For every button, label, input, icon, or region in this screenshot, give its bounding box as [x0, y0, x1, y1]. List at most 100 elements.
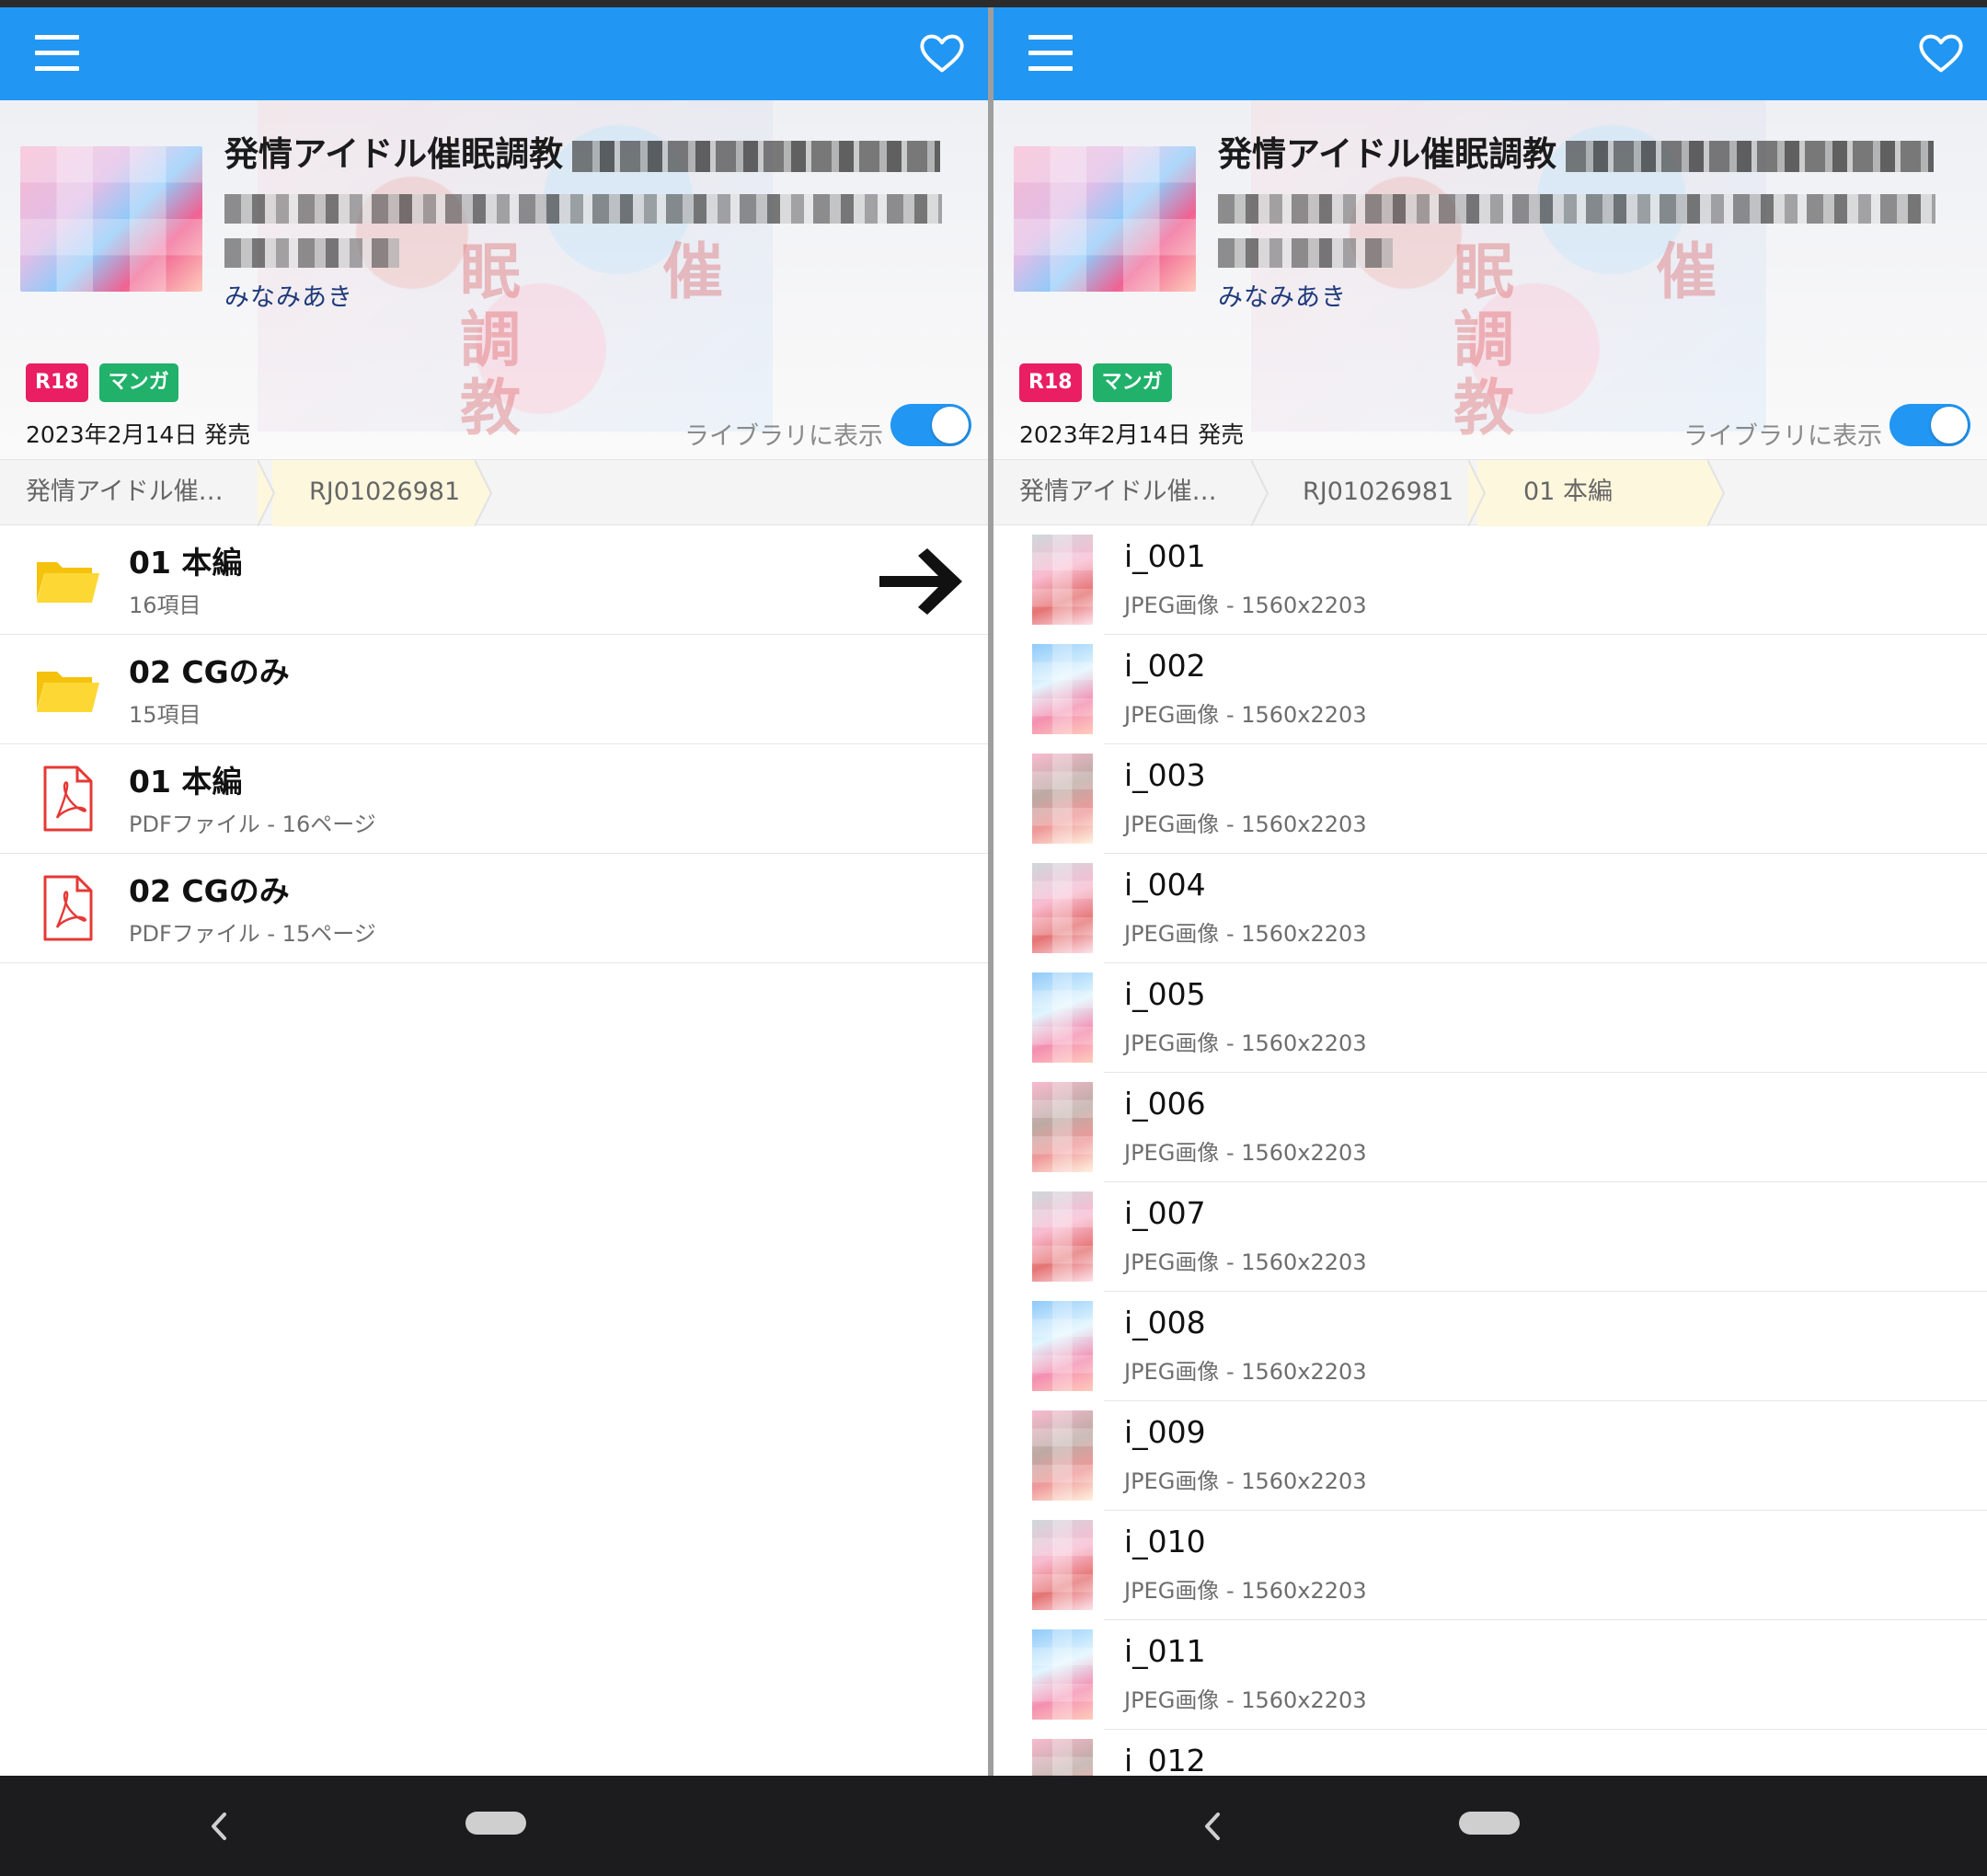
file-meta: JPEG画像 - 1560x2203	[1124, 1359, 1367, 1385]
list-item[interactable]: i_001 JPEG画像 - 1560x2203	[994, 525, 1987, 635]
list-item[interactable]: i_009 JPEG画像 - 1560x2203	[994, 1401, 1987, 1511]
list-item[interactable]: i_012	[994, 1730, 1987, 1776]
list-item[interactable]: 01 本編 PDFファイル - 16ページ	[0, 744, 988, 854]
cover-thumbnail[interactable]	[1014, 146, 1196, 292]
image-thumbnail	[1032, 1301, 1093, 1391]
library-label: ライブラリに表示	[684, 422, 883, 451]
hamburger-icon[interactable]	[1028, 35, 1073, 72]
hamburger-icon[interactable]	[35, 35, 79, 72]
nav-back-icon[interactable]	[1194, 1805, 1231, 1847]
file-name: i_004	[1124, 867, 1206, 903]
breadcrumb-item-current[interactable]: RJ01026981	[309, 460, 460, 526]
file-name: i_012	[1124, 1743, 1206, 1776]
file-meta: JPEG画像 - 1560x2203	[1124, 702, 1367, 728]
file-name: i_005	[1124, 976, 1206, 1012]
file-name: i_011	[1124, 1633, 1206, 1669]
image-thumbnail	[1032, 1629, 1093, 1720]
file-meta: JPEG画像 - 1560x2203	[1124, 1687, 1367, 1713]
file-name: i_001	[1124, 538, 1206, 574]
file-meta: JPEG画像 - 1560x2203	[1124, 811, 1367, 837]
image-thumbnail	[1032, 1410, 1093, 1501]
list-item[interactable]: i_003 JPEG画像 - 1560x2203	[994, 744, 1987, 854]
nav-home-pill[interactable]	[1459, 1812, 1520, 1835]
list-item[interactable]: i_007 JPEG画像 - 1560x2203	[994, 1182, 1987, 1292]
breadcrumb-item[interactable]: 発情アイドル催…	[26, 460, 224, 526]
list-item[interactable]: 01 本編 16項目	[0, 525, 988, 635]
breadcrumb: 発情アイドル催… RJ01026981 01 本編	[994, 459, 1987, 526]
left-screen: 眠調教 催 発情アイドル催眠調教 みなみあき R18 マンガ 2023年2月14…	[0, 7, 988, 1776]
nav-back-icon[interactable]	[201, 1805, 237, 1847]
censored-text	[224, 194, 942, 224]
heart-icon[interactable]	[918, 29, 966, 77]
cover-lettering: 催	[662, 236, 723, 307]
work-title: 発情アイドル催眠調教	[1218, 132, 1954, 178]
cover-thumbnail[interactable]	[20, 146, 202, 292]
list-item[interactable]: i_006 JPEG画像 - 1560x2203	[994, 1073, 1987, 1182]
app-bar	[994, 7, 1987, 100]
file-name: i_010	[1124, 1524, 1206, 1559]
image-thumbnail	[1032, 863, 1093, 953]
genre-badge: マンガ	[1092, 363, 1172, 402]
library-label: ライブラリに表示	[1683, 422, 1882, 451]
list-item[interactable]: i_002 JPEG画像 - 1560x2203	[994, 635, 1987, 744]
system-nav-bar	[0, 1776, 1987, 1876]
item-name: 02 CGのみ	[129, 873, 290, 909]
list-item[interactable]: 02 CGのみ PDFファイル - 15ページ	[0, 854, 988, 963]
file-meta: JPEG画像 - 1560x2203	[1124, 1140, 1367, 1166]
file-name: i_002	[1124, 648, 1206, 684]
heart-icon[interactable]	[1917, 29, 1965, 77]
status-strip	[0, 0, 1987, 7]
app-bar	[0, 7, 988, 100]
arrow-right-icon	[879, 548, 962, 615]
work-header: 眠調教 催 発情アイドル催眠調教 みなみあき R18 マンガ 2023年2月14…	[994, 100, 1987, 459]
badge-row: R18 マンガ	[26, 363, 178, 402]
item-name: 01 本編	[129, 545, 243, 581]
pdf-icon	[43, 875, 93, 941]
chevron-right-icon	[475, 460, 493, 526]
item-meta: PDFファイル - 16ページ	[129, 811, 376, 837]
image-thumbnail	[1032, 644, 1093, 734]
work-header: 眠調教 催 発情アイドル催眠調教 みなみあき R18 マンガ 2023年2月14…	[0, 100, 988, 459]
image-thumbnail	[1032, 535, 1093, 625]
badge-row: R18 マンガ	[1019, 363, 1172, 402]
author-link[interactable]: みなみあき	[1218, 277, 1347, 313]
cover-lettering: 眠調教	[460, 236, 521, 443]
breadcrumb-item-current[interactable]: 01 本編	[1523, 460, 1613, 526]
nav-home-pill[interactable]	[465, 1812, 526, 1835]
work-title: 発情アイドル催眠調教	[224, 132, 960, 178]
list-item[interactable]: i_008 JPEG画像 - 1560x2203	[994, 1292, 1987, 1401]
list-item[interactable]: 02 CGのみ 15項目	[0, 635, 988, 744]
file-meta: JPEG画像 - 1560x2203	[1124, 1468, 1367, 1494]
breadcrumb: 発情アイドル催… RJ01026981	[0, 459, 988, 526]
image-thumbnail	[1032, 1520, 1093, 1610]
cover-lettering: 眠調教	[1453, 236, 1514, 443]
censored-text	[1218, 238, 1393, 268]
list-item[interactable]: i_011 JPEG画像 - 1560x2203	[994, 1620, 1987, 1730]
breadcrumb-item[interactable]: RJ01026981	[1303, 460, 1453, 526]
breadcrumb-item[interactable]: 発情アイドル催…	[1019, 460, 1217, 526]
library-toggle[interactable]	[1889, 404, 1970, 446]
folder-icon	[37, 562, 99, 603]
chevron-right-icon	[1251, 460, 1269, 526]
censored-text	[1218, 194, 1935, 224]
file-meta: JPEG画像 - 1560x2203	[1124, 1030, 1367, 1056]
r18-badge: R18	[1019, 363, 1082, 402]
list-item[interactable]: i_004 JPEG画像 - 1560x2203	[994, 854, 1987, 963]
list-item[interactable]: i_005 JPEG画像 - 1560x2203	[994, 963, 1987, 1073]
author-link[interactable]: みなみあき	[224, 277, 353, 313]
image-thumbnail	[1032, 754, 1093, 844]
pdf-icon	[43, 765, 93, 832]
file-meta: JPEG画像 - 1560x2203	[1124, 921, 1367, 947]
release-date: 2023年2月14日 発売	[26, 421, 251, 448]
list-item[interactable]: i_010 JPEG画像 - 1560x2203	[994, 1511, 1987, 1620]
file-name: i_006	[1124, 1086, 1206, 1122]
folder-icon	[37, 672, 99, 712]
censored-text	[572, 140, 941, 172]
r18-badge: R18	[26, 363, 88, 402]
chevron-right-icon	[1468, 460, 1487, 526]
image-thumbnail	[1032, 973, 1093, 1063]
file-name: i_007	[1124, 1195, 1206, 1231]
item-meta: PDFファイル - 15ページ	[129, 921, 376, 947]
library-toggle[interactable]	[890, 404, 971, 446]
item-name: 01 本編	[129, 764, 243, 800]
